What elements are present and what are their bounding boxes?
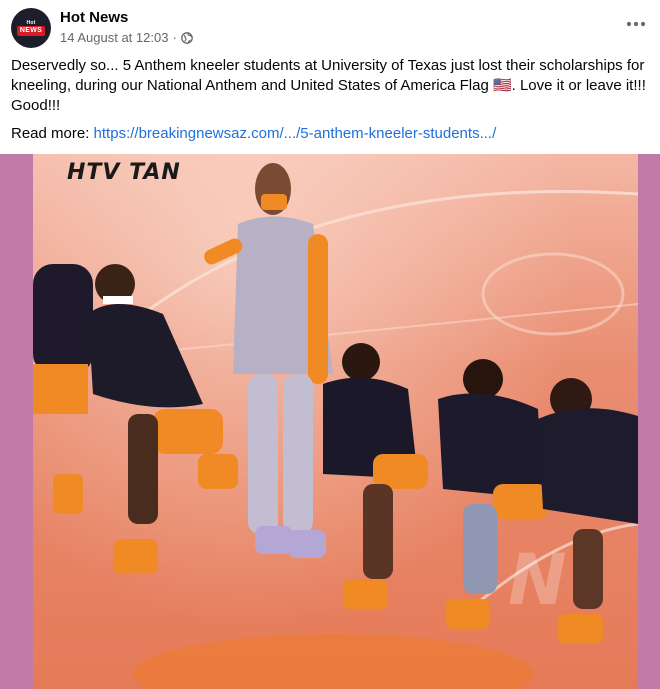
photo-watermark: HTV TAN xyxy=(67,160,181,185)
post-timestamp[interactable]: 14 August at 12:03 xyxy=(60,30,168,45)
read-more-label: Read more: xyxy=(11,125,90,142)
post-photo[interactable]: N HTV TAN xyxy=(0,154,660,689)
facebook-post: Hot NEWS Hot News 14 August at 12:03 · D… xyxy=(0,0,660,689)
avatar-logo-main: NEWS xyxy=(16,26,46,36)
post-header: Hot NEWS Hot News 14 August at 12:03 · xyxy=(0,0,660,52)
read-more-line: Read more: https://breakingnewsaz.com/..… xyxy=(11,124,496,144)
page-avatar[interactable]: Hot NEWS xyxy=(11,8,51,48)
meta-separator: · xyxy=(172,30,177,45)
page-name-link[interactable]: Hot News xyxy=(60,9,128,26)
more-horizontal-icon xyxy=(626,21,646,27)
photo-illustration: N xyxy=(33,163,638,689)
svg-text:N: N xyxy=(508,539,567,621)
post-meta: 14 August at 12:03 · xyxy=(60,30,193,45)
basketball-court-photo: N HTV TAN xyxy=(33,154,638,689)
post-message: Deservedly so... 5 Anthem kneeler studen… xyxy=(11,57,646,114)
globe-icon[interactable] xyxy=(180,31,193,44)
article-link[interactable]: https://breakingnewsaz.com/.../5-anthem-… xyxy=(94,125,497,142)
more-options-button[interactable] xyxy=(622,12,650,36)
